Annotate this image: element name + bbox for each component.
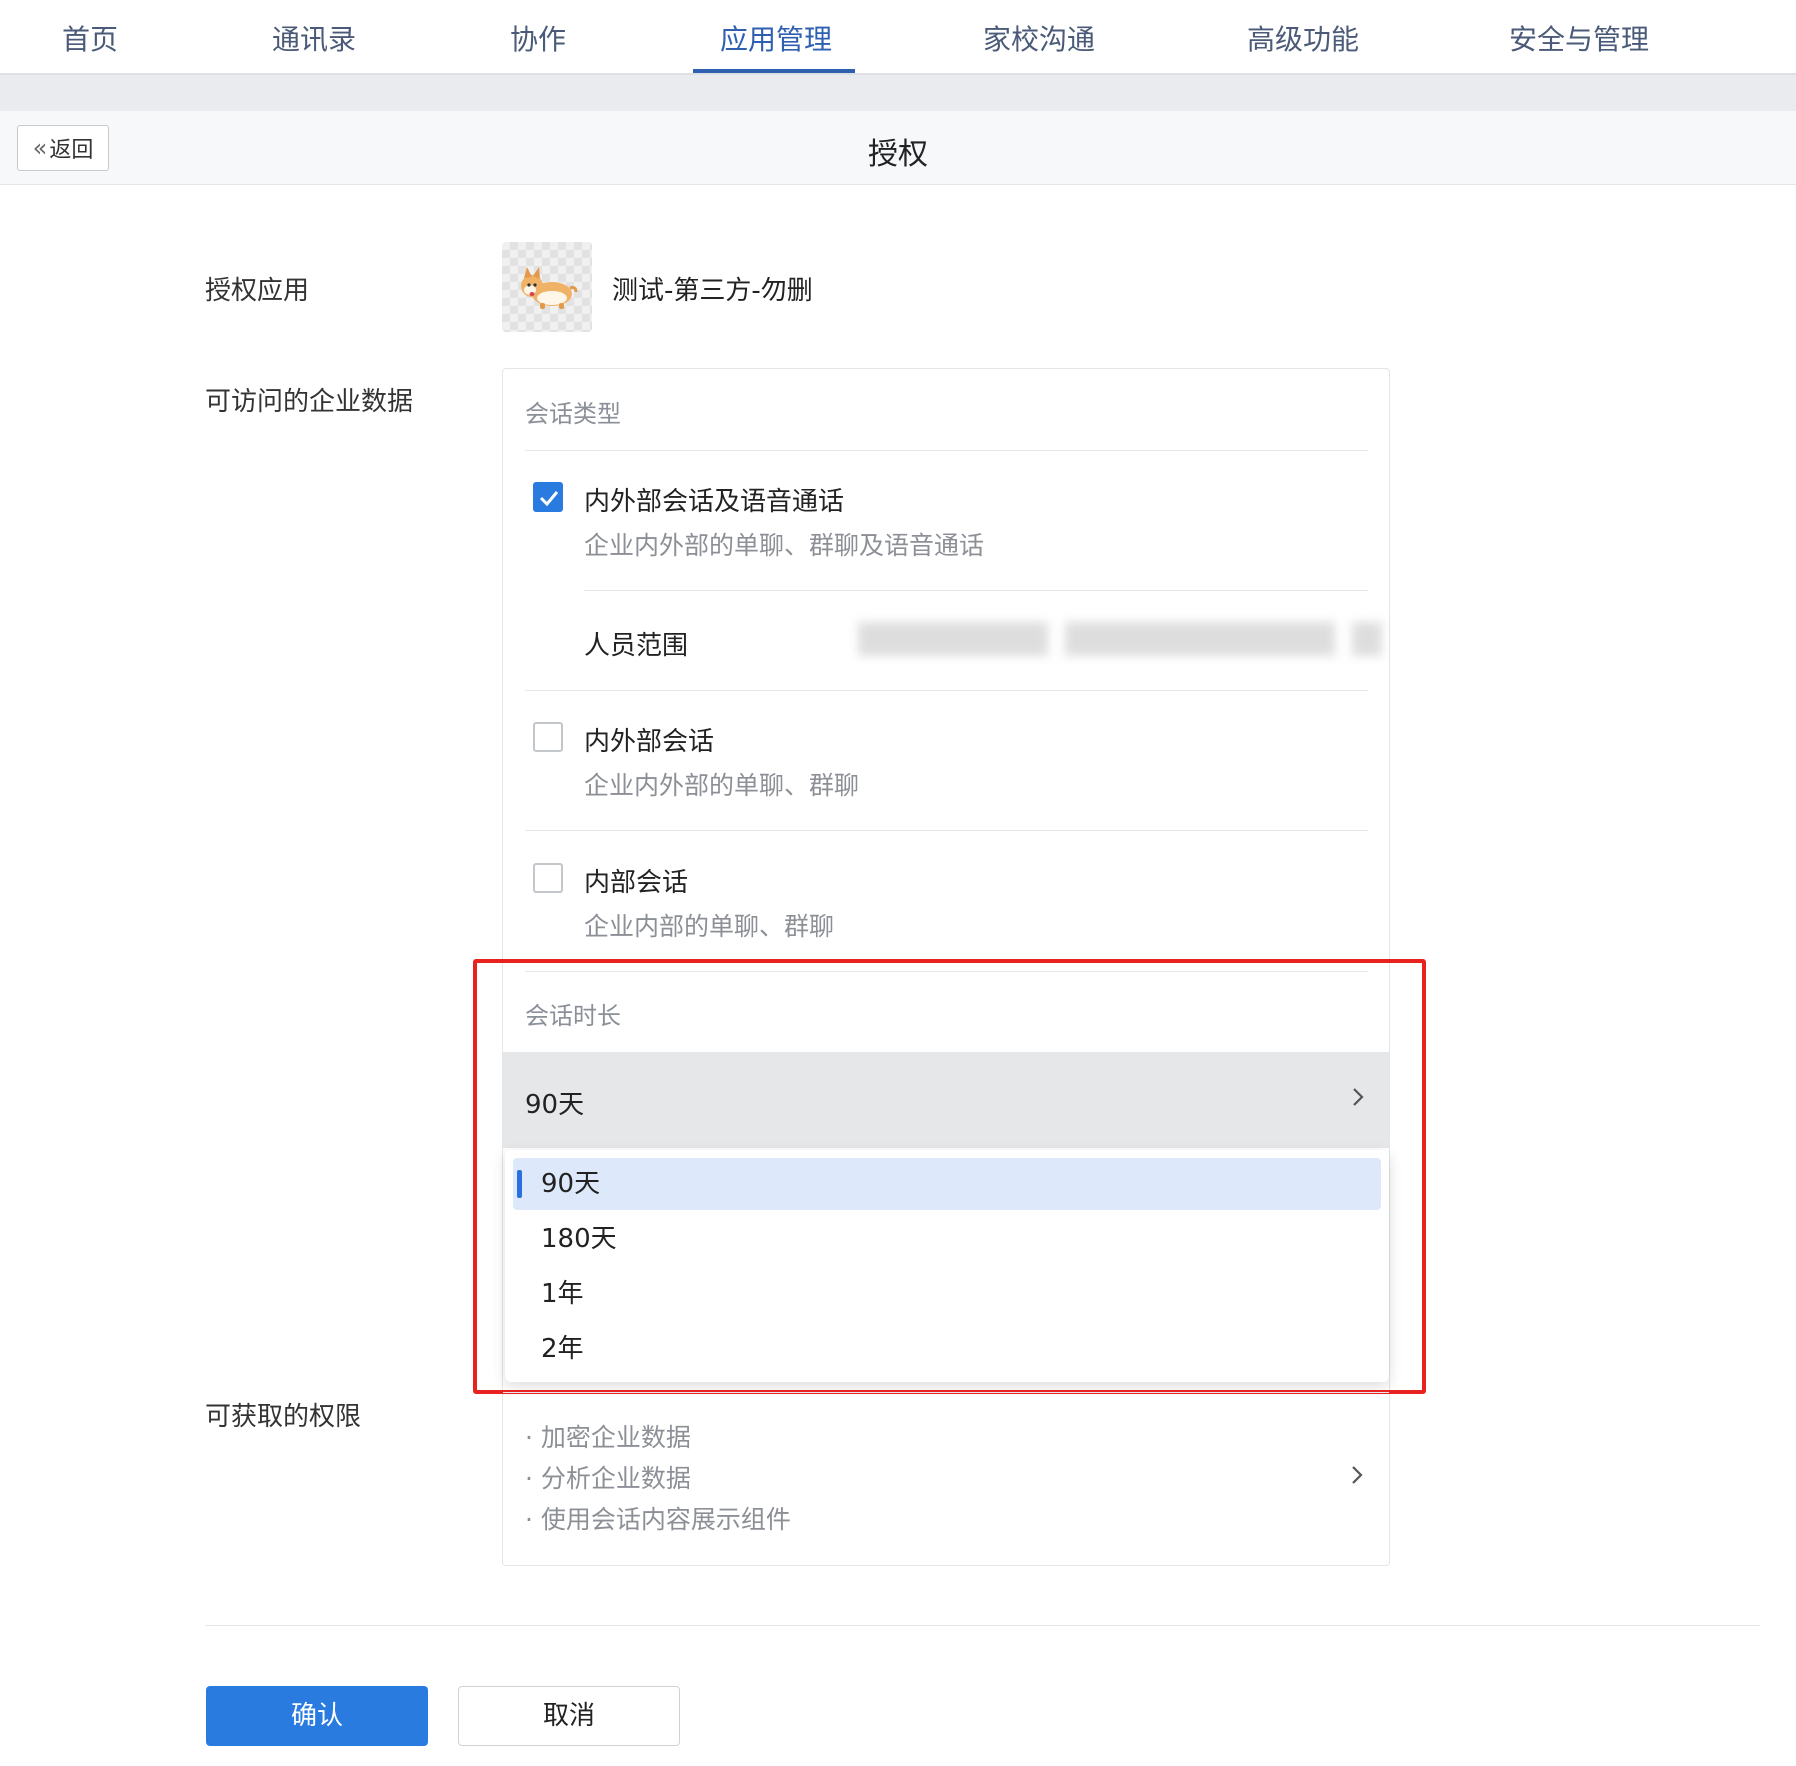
- redacted-scope: [858, 622, 1048, 656]
- app-label: 授权应用: [205, 276, 310, 306]
- divider: [525, 971, 1368, 972]
- checkbox-internal-external-voice[interactable]: [533, 482, 563, 512]
- chevron-right-icon[interactable]: [1350, 1462, 1364, 1488]
- permission-item: · 使用会话内容展示组件: [525, 1505, 791, 1534]
- divider: [503, 1392, 1389, 1393]
- page-header: « 返回 授权: [0, 111, 1796, 185]
- corgi-icon: [521, 267, 578, 309]
- footer-divider: [205, 1625, 1760, 1626]
- page-title: 授权: [868, 137, 928, 172]
- tab-contacts[interactable]: 通讯录: [272, 18, 356, 58]
- duration-option-90d[interactable]: 90天: [513, 1158, 1381, 1210]
- option-title: 内外部会话及语音通话: [584, 487, 845, 517]
- divider: [525, 450, 1368, 451]
- top-nav: 首页 通讯录 协作 应用管理 家校沟通 高级功能 安全与管理: [0, 0, 1796, 75]
- divider: [525, 690, 1368, 691]
- session-type-heading: 会话类型: [525, 400, 621, 428]
- divider: [525, 830, 1368, 831]
- chevron-right-icon: [1353, 1088, 1364, 1106]
- checkmark-icon: [539, 491, 559, 507]
- duration-option-1y[interactable]: 1年: [513, 1268, 1381, 1320]
- app-name: 测试-第三方-勿删: [612, 276, 813, 306]
- permission-item: · 加密企业数据: [525, 1423, 691, 1452]
- option-description: 企业内部的单聊、群聊: [584, 912, 835, 941]
- duration-selected-value: 90天: [525, 1090, 585, 1120]
- tab-home[interactable]: 首页: [62, 18, 118, 58]
- cancel-button[interactable]: 取消: [458, 1686, 680, 1746]
- duration-heading: 会话时长: [525, 1002, 621, 1030]
- scope-label: 人员范围: [584, 631, 689, 661]
- duration-dropdown: 90天 180天 1年 2年: [505, 1150, 1389, 1382]
- checkbox-internal-external[interactable]: [533, 722, 563, 752]
- divider: [584, 590, 1368, 591]
- redacted-scope: [1352, 622, 1382, 656]
- tab-app-management[interactable]: 应用管理: [720, 18, 832, 58]
- tab-collaboration[interactable]: 协作: [510, 18, 566, 58]
- confirm-button[interactable]: 确认: [206, 1686, 428, 1746]
- option-title: 内部会话: [584, 868, 689, 898]
- duration-option-2y[interactable]: 2年: [513, 1323, 1381, 1375]
- checkbox-internal[interactable]: [533, 863, 563, 893]
- gray-strip: [0, 75, 1796, 111]
- duration-select[interactable]: 90天: [503, 1052, 1389, 1148]
- tab-security[interactable]: 安全与管理: [1509, 18, 1649, 58]
- option-description: 企业内外部的单聊、群聊: [584, 771, 860, 800]
- app-icon: [502, 242, 592, 332]
- tab-advanced[interactable]: 高级功能: [1247, 18, 1359, 58]
- option-description: 企业内外部的单聊、群聊及语音通话: [584, 531, 985, 560]
- data-label: 可访问的企业数据: [205, 387, 414, 417]
- permission-item: · 分析企业数据: [525, 1464, 691, 1493]
- option-title: 内外部会话: [584, 727, 715, 757]
- tab-home-school[interactable]: 家校沟通: [983, 18, 1095, 58]
- duration-option-180d[interactable]: 180天: [513, 1213, 1381, 1265]
- permissions-label: 可获取的权限: [205, 1402, 362, 1432]
- redacted-scope: [1065, 622, 1335, 656]
- active-tab-indicator: [693, 69, 855, 73]
